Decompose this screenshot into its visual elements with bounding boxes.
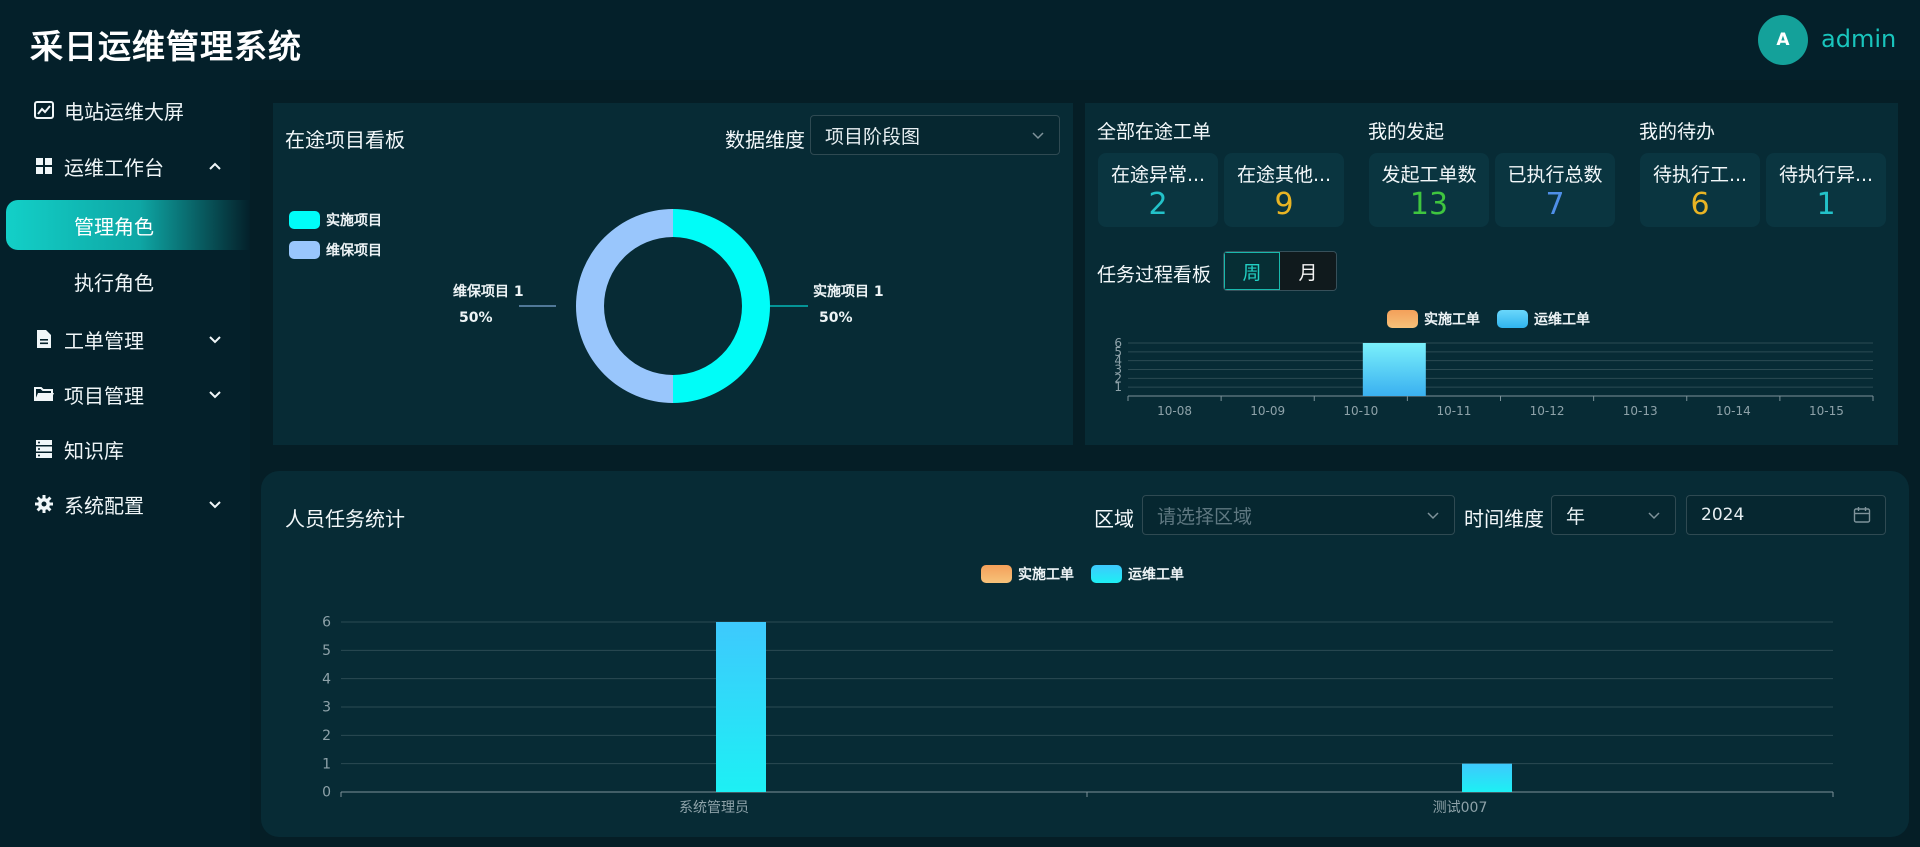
- pie-slice-implement: [673, 209, 770, 403]
- x-tick-label: 10-13: [1623, 404, 1658, 418]
- sidebar-item-label: 电站运维大屏: [64, 99, 184, 124]
- pie-percent-maintain: 50%: [459, 310, 493, 326]
- sidebar-item-label: 工单管理: [64, 328, 144, 353]
- sidebar: 电站运维大屏 运维工作台 管理角色 执行角色 工单管理 项目管理 知识库 系统配…: [0, 80, 250, 847]
- sidebar-item-label: 知识库: [64, 438, 124, 463]
- chevron-down-icon: [209, 391, 221, 399]
- pie-percent-implement: 50%: [819, 310, 853, 326]
- x-tick-label: 10-10: [1343, 404, 1378, 418]
- legend-swatch-ops-order: [1497, 310, 1528, 328]
- legend-label-maintain: 维保项目: [326, 242, 382, 259]
- username[interactable]: admin: [1821, 25, 1896, 53]
- chevron-down-icon: [209, 336, 221, 344]
- sidebar-item-label: 项目管理: [64, 383, 144, 408]
- legend-label-ops-order: 运维工单: [1128, 566, 1184, 583]
- x-tick-label: 10-12: [1530, 404, 1565, 418]
- project-pie-chart: 实施项目 维保项目 实施项目 1 50% 维保项目 1 50%: [289, 209, 884, 403]
- x-tick-label: 系统管理员: [679, 800, 749, 816]
- gear-icon: [34, 494, 54, 514]
- avatar[interactable]: A: [1758, 15, 1808, 65]
- x-tick-label: 10-08: [1157, 404, 1192, 418]
- sidebar-item-projects[interactable]: 项目管理: [0, 370, 250, 418]
- sidebar-item-executor-role[interactable]: 执行角色: [0, 257, 250, 305]
- workorder-panel: 全部在途工单 我的发起 我的待办 在途异常... 2 在途其他... 9 发起工…: [1085, 103, 1898, 445]
- pie-slice-maintain: [576, 209, 673, 403]
- staff-bar-chart: 实施工单 运维工单 系统管理员 测试007 0 1 2 3 4 5 6: [322, 565, 1834, 816]
- y-tick-label: 5: [322, 643, 331, 659]
- legend-label-implement-order: 实施工单: [1424, 311, 1480, 328]
- y-tick-label: 1: [322, 756, 331, 772]
- chevron-down-icon: [209, 501, 221, 509]
- pie-label-maintain: 维保项目 1: [453, 283, 524, 300]
- pie-label-implement: 实施项目 1: [813, 283, 884, 300]
- y-tick-label: 0: [322, 785, 331, 801]
- folder-icon: [34, 384, 54, 404]
- y-tick-label: 4: [322, 671, 331, 687]
- sidebar-item-label: 运维工作台: [64, 155, 164, 180]
- legend-swatch-implement-order: [981, 565, 1012, 583]
- sidebar-item-label: 系统配置: [64, 493, 144, 518]
- sidebar-item-label: 执行角色: [74, 270, 154, 295]
- server-icon: [34, 439, 54, 459]
- y-tick-label: 6: [322, 615, 331, 631]
- sidebar-item-knowledge-base[interactable]: 知识库: [0, 425, 250, 473]
- legend-label-implement-order: 实施工单: [1018, 566, 1074, 583]
- y-tick-label: 2: [322, 728, 331, 744]
- project-board-panel: 在途项目看板 数据维度 项目阶段图 实施项目 维保项目 实施项目 1 50% 维…: [273, 103, 1073, 445]
- x-tick-label: 测试007: [1433, 800, 1488, 816]
- y-tick-label: 3: [322, 700, 331, 716]
- sidebar-item-workbench[interactable]: 运维工作台: [0, 142, 250, 190]
- app-header: 采日运维管理系统 A admin: [0, 0, 1920, 80]
- app-title: 采日运维管理系统: [30, 27, 302, 66]
- bar-ops: [1462, 763, 1512, 792]
- legend-label-implement: 实施项目: [326, 212, 382, 229]
- x-tick-label: 10-15: [1809, 404, 1844, 418]
- sidebar-item-admin-role[interactable]: 管理角色: [6, 200, 250, 250]
- sidebar-item-workorders[interactable]: 工单管理: [0, 315, 250, 363]
- bar-ops: [716, 622, 766, 792]
- x-tick-label: 10-09: [1250, 404, 1285, 418]
- legend-swatch-ops-order: [1091, 565, 1122, 583]
- sidebar-item-system-config[interactable]: 系统配置: [0, 480, 250, 528]
- legend-swatch-maintain: [289, 241, 320, 259]
- x-tick-label: 10-14: [1716, 404, 1751, 418]
- grid-icon: [34, 156, 54, 176]
- document-icon: [34, 329, 54, 349]
- legend-label-ops-order: 运维工单: [1534, 311, 1590, 328]
- legend-swatch-implement-order: [1387, 310, 1418, 328]
- chevron-up-icon: [209, 162, 221, 170]
- sidebar-item-label: 管理角色: [74, 214, 154, 239]
- staff-stats-panel: 人员任务统计 区域 请选择区域 时间维度 年 2024 实施工单 运维工单 系统…: [261, 471, 1909, 837]
- task-bar-chart: 实施工单 运维工单 10-08 10-09 10-10 10-11 10-12 10-13…: [1114, 310, 1874, 418]
- y-tick-label: 6: [1114, 336, 1122, 350]
- legend-swatch-implement: [289, 211, 320, 229]
- bar-ops: [1362, 343, 1426, 396]
- x-tick-label: 10-11: [1437, 404, 1472, 418]
- chart-line-icon: [34, 100, 54, 120]
- sidebar-item-station-screen[interactable]: 电站运维大屏: [0, 86, 250, 134]
